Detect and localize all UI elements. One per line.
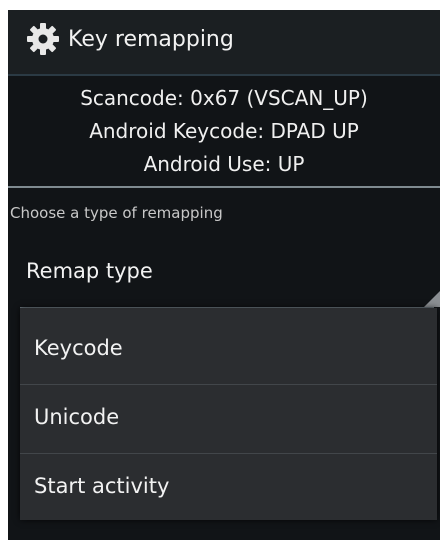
section-divider xyxy=(8,186,440,188)
android-use-text: Android Use: UP xyxy=(143,152,305,176)
key-remapping-screen: Key remapping Scancode: 0x67 (VSCAN_UP) … xyxy=(8,10,440,540)
remap-prompt-label: Choose a type of remapping xyxy=(10,204,223,222)
remap-option-keycode[interactable]: Keycode xyxy=(20,316,437,384)
remap-option-start-activity[interactable]: Start activity xyxy=(20,454,437,522)
remap-type-popup-menu: Keycode Unicode Start activity xyxy=(20,308,437,520)
remap-option-unicode[interactable]: Unicode xyxy=(20,385,437,453)
remap-option-label: Unicode xyxy=(34,405,120,429)
remap-option-label: Keycode xyxy=(34,336,123,360)
remap-option-label: Start activity xyxy=(34,474,170,498)
scancode-text: Scancode: 0x67 (VSCAN_UP) xyxy=(80,86,368,110)
android-keycode-text: Android Keycode: DPAD UP xyxy=(89,119,359,143)
spinner-corner-arrow-icon xyxy=(424,291,440,307)
key-info-section: Scancode: 0x67 (VSCAN_UP) Android Keycod… xyxy=(8,82,440,181)
page-title: Key remapping xyxy=(68,27,234,52)
gear-icon xyxy=(27,23,59,55)
remap-type-spinner-label[interactable]: Remap type xyxy=(26,259,153,283)
title-bar: Key remapping xyxy=(8,10,440,76)
